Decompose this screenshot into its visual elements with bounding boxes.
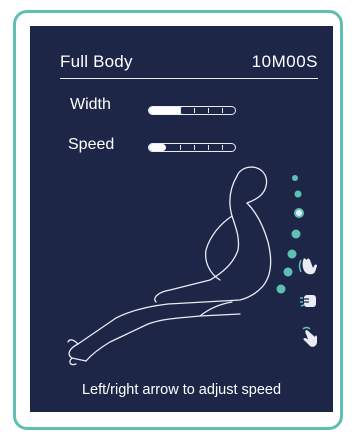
adjust-hint: Left/right arrow to adjust speed <box>81 382 282 398</box>
width-level-bar[interactable] <box>148 106 236 115</box>
program-header: Full Body 10M00S <box>60 52 318 79</box>
program-timer: 10M00S <box>251 52 318 71</box>
tapping-hand-icon[interactable] <box>298 290 320 312</box>
speed-level-bar[interactable] <box>148 143 236 152</box>
rolling-hand-icon[interactable] <box>299 326 321 350</box>
body-figure-illustration <box>67 166 304 366</box>
speed-level-fill <box>149 144 166 151</box>
program-title: Full Body <box>60 52 133 71</box>
speed-label: Speed <box>68 136 115 153</box>
width-level-fill <box>149 107 183 114</box>
kneading-hand-icon[interactable] <box>298 254 320 278</box>
width-label: Width <box>70 96 111 113</box>
remote-screen: Full Body 10M00S Width Speed Left/right … <box>30 26 333 412</box>
